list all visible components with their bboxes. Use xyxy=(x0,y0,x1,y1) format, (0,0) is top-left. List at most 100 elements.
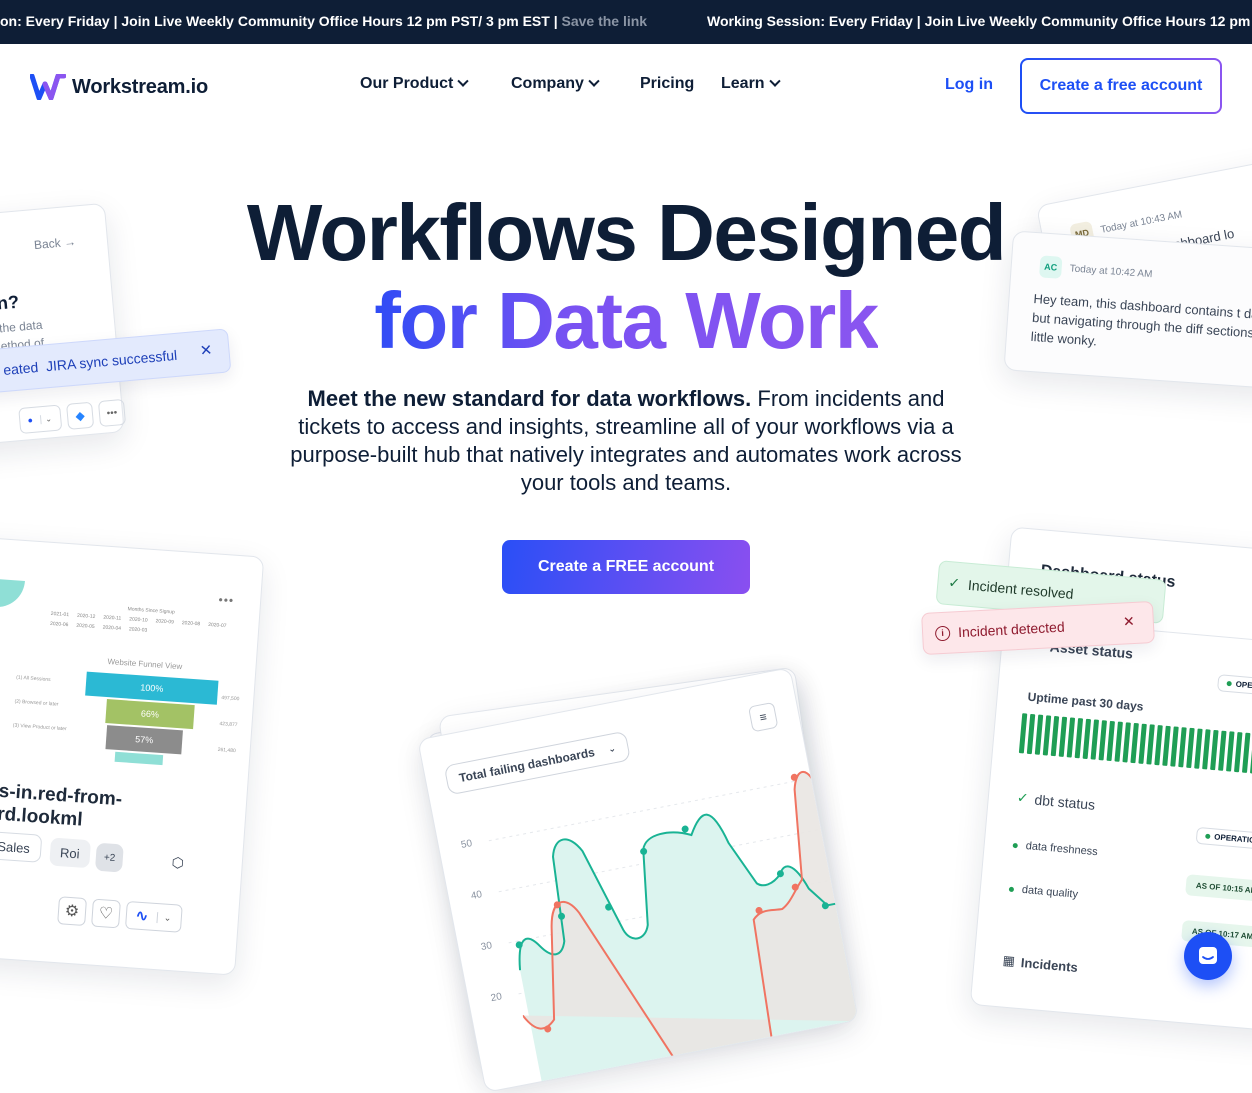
failing-dashboards-chart-card: Total failing dashboards ⌄ ≡ 50 40 30 20 xyxy=(417,667,859,1093)
asset-status-badge: OPERATIONAL xyxy=(1216,674,1252,699)
more-icon[interactable]: ••• xyxy=(218,593,235,608)
uptime-bar xyxy=(1146,724,1155,765)
hero-subtitle: Meet the new standard for data workflows… xyxy=(290,385,962,497)
y-tick: 50 xyxy=(460,838,474,852)
chevron-down-icon: ⌄ xyxy=(607,742,617,754)
card-actions: • ⌄ ◆ ••• xyxy=(18,398,127,435)
subtitle-bold: Meet the new standard for data workflows… xyxy=(307,386,752,411)
uptime-bars xyxy=(1018,713,1252,774)
legend-item: 2020-05 xyxy=(76,622,95,631)
dbt-status: ✓ dbt status xyxy=(1016,789,1096,813)
uptime-bar xyxy=(1098,720,1107,761)
file-name: es-in.red-from-ard.lookml xyxy=(0,780,123,831)
chevron-down-icon xyxy=(768,75,781,87)
uptime-bar xyxy=(1074,718,1084,759)
hero-title-gradient: for Data Work xyxy=(374,276,879,365)
toast-text: Incident detected xyxy=(957,618,1066,641)
legend-item: 2020-07 xyxy=(207,621,227,630)
funnel-bar: 57% xyxy=(105,725,183,755)
toast-text: Incident resolved xyxy=(967,576,1075,602)
uptime-bar xyxy=(1058,716,1068,757)
chat-support-button[interactable] xyxy=(1184,932,1232,980)
funnel-label: (3) View Product or later xyxy=(12,722,67,733)
legend-item: 2020-06 xyxy=(49,620,69,629)
funnel-value: 497,500 xyxy=(221,695,240,703)
tag-icon[interactable]: ⬡ xyxy=(171,854,184,872)
tag-more[interactable]: +2 xyxy=(94,842,125,873)
uptime-bar xyxy=(1130,722,1139,764)
more-icon[interactable]: ••• xyxy=(97,398,127,428)
settings-icon[interactable]: ⚙ xyxy=(57,896,88,927)
hero-title-line1: Workflows Designed xyxy=(246,188,1007,277)
uptime-bar xyxy=(1018,713,1028,754)
funnel-title: Website Funnel View xyxy=(107,657,183,672)
login-link[interactable]: Log in xyxy=(945,76,993,94)
pie-fragment xyxy=(0,578,25,609)
uptime-bar xyxy=(1154,725,1163,766)
activity-select[interactable]: ∿ ⌄ xyxy=(124,900,183,933)
uptime-bar xyxy=(1241,732,1251,773)
create-free-account-button[interactable]: Create a FREE account xyxy=(502,540,750,594)
uptime-bar xyxy=(1114,721,1123,762)
nav-label: Company xyxy=(511,75,584,92)
tag-sales[interactable]: Sales xyxy=(0,831,42,863)
legend-item: 2020-04 xyxy=(102,624,122,632)
y-tick: 40 xyxy=(470,889,484,903)
jira-icon[interactable]: ◆ xyxy=(66,401,95,430)
nav-learn[interactable]: Learn xyxy=(721,75,781,93)
freshness-badge: AS OF 10:15 AM xyxy=(1185,874,1252,903)
legend-item: 2020-12 xyxy=(76,612,96,621)
legend-item: 2020-09 xyxy=(155,618,175,626)
announcement-banner: on: Every Friday | Join Live Weekly Comm… xyxy=(0,0,1252,44)
calendar-icon: ▦ xyxy=(1002,952,1016,969)
uptime-bar xyxy=(1082,718,1092,760)
dbt-status-label: dbt status xyxy=(1033,791,1096,813)
legend-item: 2020-11 xyxy=(103,614,122,622)
activity-icon: ∿ xyxy=(134,907,150,926)
create-account-button[interactable]: Create a free account xyxy=(1020,58,1222,114)
uptime-bar xyxy=(1226,731,1235,772)
chevron-down-icon xyxy=(588,75,600,87)
nav-company[interactable]: Company xyxy=(511,75,600,93)
legend-item: 2020-10 xyxy=(129,616,148,624)
uptime-bar xyxy=(1106,720,1115,762)
nav-pricing[interactable]: Pricing xyxy=(640,75,694,93)
status-select[interactable]: • ⌄ xyxy=(18,404,63,435)
uptime-bar xyxy=(1194,728,1203,769)
chevron-down-icon: ⌄ xyxy=(156,911,172,924)
nav-label: Our Product xyxy=(360,75,454,92)
card-actions: ⚙ ♡ ∿ ⌄ xyxy=(57,896,183,933)
uptime-bar xyxy=(1202,729,1211,770)
row-data-freshness: data freshness xyxy=(1012,839,1098,858)
chart-legend: Months Since Signup 2021-01 2020-12 2020… xyxy=(50,601,251,641)
funnel-value: 261,480 xyxy=(217,746,236,755)
save-link[interactable]: Save the link xyxy=(562,13,648,29)
workstream-logo-icon xyxy=(30,74,66,100)
status-dot xyxy=(1012,842,1019,848)
uptime-bar xyxy=(1234,732,1243,773)
uptime-bar xyxy=(1162,725,1171,767)
funnel-bar: 66% xyxy=(105,699,195,730)
nav-our-product[interactable]: Our Product xyxy=(360,75,470,93)
logo-text: Workstream.io xyxy=(72,75,208,98)
uptime-bar xyxy=(1218,730,1227,771)
row-data-quality: data quality xyxy=(1008,883,1078,901)
banner-message-repeat: Working Session: Every Friday | Join Liv… xyxy=(707,13,1252,29)
tag-roi[interactable]: Roi xyxy=(49,837,91,869)
heart-icon[interactable]: ♡ xyxy=(91,898,121,929)
legend-item: 2021-01 xyxy=(50,610,70,619)
uptime-bar xyxy=(1210,729,1219,771)
filter-menu-icon[interactable]: ≡ xyxy=(747,701,779,733)
logo[interactable]: Workstream.io xyxy=(30,74,208,100)
funnel-bar xyxy=(114,751,164,766)
close-icon[interactable]: ✕ xyxy=(1123,613,1136,631)
funnel-label: (1) All Sessions xyxy=(16,674,51,684)
legend-item: 2020-08 xyxy=(181,620,201,628)
line-chart xyxy=(488,771,859,1084)
nav-label: Learn xyxy=(721,75,765,92)
check-circle-icon: ✓ xyxy=(947,574,961,592)
uptime-bar xyxy=(1122,722,1131,763)
funnel-bar: 100% xyxy=(85,671,219,705)
hero-title-line2: for Data Work xyxy=(0,276,1252,366)
chevron-down-icon: ⌄ xyxy=(39,413,53,424)
